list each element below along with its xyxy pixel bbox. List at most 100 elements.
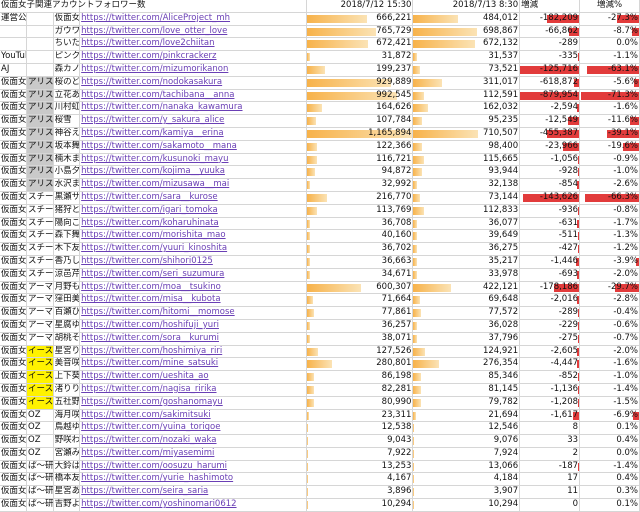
data-bar bbox=[413, 437, 415, 446]
member-name-cell: 桜のどか bbox=[53, 76, 81, 90]
account-url-link[interactable]: https://twitter.com/sora__kurumi bbox=[79, 332, 307, 346]
table-row: 仮面女子スチームガールズ木下友里https://twitter.com/yuur… bbox=[0, 242, 640, 256]
followers-after-cell-text: 39,649 bbox=[488, 230, 519, 241]
member-name-cell-text: 百瀬ひとみ bbox=[54, 307, 80, 318]
pct-cell: 0.0% bbox=[579, 37, 640, 52]
diff-cell: -936 bbox=[519, 204, 581, 218]
member-name-cell-text: 星宮ありな bbox=[54, 486, 80, 497]
member-name-cell: 森カノン bbox=[53, 63, 81, 77]
group-cell: アリス十番 bbox=[26, 76, 54, 90]
pct-cell: -66.3% bbox=[579, 191, 640, 205]
diff-cell: -2,605 bbox=[519, 345, 581, 359]
account-url-link[interactable]: https://twitter.com/hoshifuji_yuri bbox=[79, 319, 307, 333]
category-cell-text: 仮面女子 bbox=[1, 268, 27, 279]
account-url-link[interactable]: https://twitter.com/morishita_mao bbox=[79, 229, 307, 244]
category-cell: 仮面女子候補生 bbox=[0, 460, 28, 474]
diff-cell-text: -879,954 bbox=[539, 89, 579, 100]
data-bar bbox=[413, 91, 424, 100]
table-row: 仮面女子アリス十番川村虹花https://twitter.com/nanaka_… bbox=[0, 101, 640, 116]
account-url-link[interactable]: https://twitter.com/mizusawa__mai bbox=[79, 178, 307, 192]
account-url-link[interactable]: https://twitter.com/sakimitsuki bbox=[79, 409, 307, 423]
followers-after-cell: 93,944 bbox=[412, 165, 521, 180]
account-url-link[interactable]: https://twitter.com/hoshimiya_riri bbox=[79, 345, 307, 359]
account-url-link-text: https://twitter.com/kusunoki_mayu bbox=[81, 153, 229, 164]
account-url-link[interactable]: https://twitter.com/oosuzu_harumi bbox=[79, 460, 307, 474]
account-url-link-text: https://twitter.com/goshanomayu bbox=[81, 396, 223, 407]
account-url-link[interactable]: https://twitter.com/yuina_torigoe bbox=[79, 421, 307, 436]
followers-after-cell-text: 36,275 bbox=[488, 243, 519, 254]
category-cell: 仮面女子 bbox=[0, 76, 28, 90]
header-row: 仮面女子関連アカウントフォロワー数 2018/7/12 15:30 2018/7… bbox=[0, 0, 640, 13]
followers-after-cell-text: 4,184 bbox=[493, 473, 519, 484]
group-cell-text: アーマーガールズ bbox=[28, 319, 54, 330]
account-url-link[interactable]: https://twitter.com/nanaka_kawamura bbox=[79, 101, 307, 116]
account-url-link[interactable]: https://twitter.com/miyasemimi bbox=[79, 447, 307, 461]
account-url-link[interactable]: https://twitter.com/ueshita_ao bbox=[79, 370, 307, 384]
member-name-cell-text: 黒瀬サラ bbox=[54, 191, 80, 202]
followers-after-cell: 31,537 bbox=[412, 50, 521, 64]
member-name-cell: 猪狩ともか bbox=[53, 204, 81, 218]
account-url-link[interactable]: https://twitter.com/shihori0125 bbox=[79, 255, 307, 269]
account-url-link[interactable]: https://twitter.com/seira_saria bbox=[79, 485, 307, 500]
diff-cell: -275 bbox=[519, 332, 581, 346]
account-url-link[interactable]: https://twitter.com/yoshinomari0612 bbox=[79, 498, 307, 512]
account-url-link-text: https://twitter.com/hoshimiya_riri bbox=[81, 345, 223, 356]
account-url-link[interactable]: https://twitter.com/nagisa_ririka bbox=[79, 383, 307, 397]
diff-cell: -618,872 bbox=[519, 76, 581, 90]
account-url-link[interactable]: https://twitter.com/love_otter_love bbox=[79, 25, 307, 39]
account-url-link[interactable]: https://twitter.com/mine_satsuki bbox=[79, 357, 307, 372]
followers-after-cell: 85,346 bbox=[412, 370, 521, 384]
category-cell-text: 仮面女子 bbox=[1, 204, 27, 215]
followers-before-cell-text: 94,872 bbox=[381, 166, 412, 177]
followers-before-cell: 280,801 bbox=[306, 357, 414, 372]
group-cell: スチームガールズ bbox=[26, 268, 54, 282]
account-url-link[interactable]: https://twitter.com/AliceProject_mh bbox=[79, 12, 307, 26]
account-url-link[interactable]: https://twitter.com/love2chiitan bbox=[79, 37, 307, 52]
followers-before-cell: 164,626 bbox=[306, 101, 414, 116]
pct-cell: -11.6% bbox=[579, 114, 640, 128]
account-url-link[interactable]: https://twitter.com/seri_suzumura bbox=[79, 268, 307, 282]
account-url-link[interactable]: https://twitter.com/nodokasakura bbox=[79, 76, 307, 90]
account-url-link[interactable]: https://twitter.com/sara__kurose bbox=[79, 191, 307, 205]
account-url-link[interactable]: https://twitter.com/y_sakura_alice bbox=[79, 114, 307, 128]
account-url-link[interactable]: https://twitter.com/tachibana__anna bbox=[79, 89, 307, 103]
pct-cell: -1.1% bbox=[579, 50, 640, 64]
account-url-link[interactable]: https://twitter.com/sakamoto__mana bbox=[79, 140, 307, 154]
data-bar bbox=[413, 65, 420, 74]
followers-after-cell: 710,507 bbox=[412, 127, 521, 141]
group-cell: ぱ～研！ bbox=[26, 485, 54, 500]
account-url-link[interactable]: https://twitter.com/kusunoki_mayu bbox=[79, 153, 307, 167]
account-url-link[interactable]: https://twitter.com/hitomi__momose bbox=[79, 306, 307, 320]
pct-cell-text: 0.4% bbox=[616, 435, 638, 446]
account-url-link[interactable]: https://twitter.com/igari_tomoka bbox=[79, 204, 307, 218]
account-url-link[interactable]: https://twitter.com/misa__kubota bbox=[79, 293, 307, 308]
account-url-link[interactable]: https://twitter.com/nozaki_waka bbox=[79, 434, 307, 448]
category-cell-text: 仮面女子候補生 bbox=[1, 486, 27, 497]
account-url-link[interactable]: https://twitter.com/moa__tsukino bbox=[79, 281, 307, 295]
followers-after-cell-text: 93,944 bbox=[488, 166, 519, 177]
pct-cell-text: -8.7% bbox=[613, 25, 638, 36]
account-url-link[interactable]: https://twitter.com/yuuri_kinoshita bbox=[79, 242, 307, 256]
diff-cell-text: -928 bbox=[558, 166, 579, 177]
data-bar bbox=[413, 40, 475, 49]
account-url-link[interactable]: https://twitter.com/kamiya__erina bbox=[79, 127, 307, 141]
account-url-link[interactable]: https://twitter.com/koharuhinata bbox=[79, 217, 307, 231]
category-cell: 仮面女子候補生 bbox=[0, 434, 28, 448]
member-name-cell-text: 立花あんな bbox=[54, 89, 80, 100]
category-cell: 仮面女子 bbox=[0, 153, 28, 167]
followers-before-cell: 672,421 bbox=[306, 37, 414, 52]
account-url-link[interactable]: https://twitter.com/yurie_hashimoto bbox=[79, 472, 307, 487]
diff-cell: -1,617 bbox=[519, 409, 581, 423]
group-cell-text: ぱ～研！ bbox=[28, 473, 54, 484]
data-bar bbox=[413, 373, 421, 382]
account-url-link[interactable]: https://twitter.com/mizumorikanon bbox=[79, 63, 307, 77]
category-cell-text: YouTuber bbox=[1, 51, 26, 62]
member-name-cell: 大鈴はるみ bbox=[53, 460, 81, 474]
account-url-link[interactable]: https://twitter.com/goshanomayu bbox=[79, 396, 307, 410]
account-url-link[interactable]: https://twitter.com/kojima__yuuka bbox=[79, 165, 307, 180]
pct-cell-text: -0.4% bbox=[613, 307, 638, 318]
category-cell-text: 仮面女子候補生 bbox=[1, 422, 27, 433]
table-row: 仮面女子アーマーガールズ月野もあhttps://twitter.com/moa_… bbox=[0, 281, 640, 295]
pct-cell: -19.6% bbox=[579, 140, 640, 154]
account-url-link[interactable]: https://twitter.com/pinkcrackerz bbox=[79, 50, 307, 64]
